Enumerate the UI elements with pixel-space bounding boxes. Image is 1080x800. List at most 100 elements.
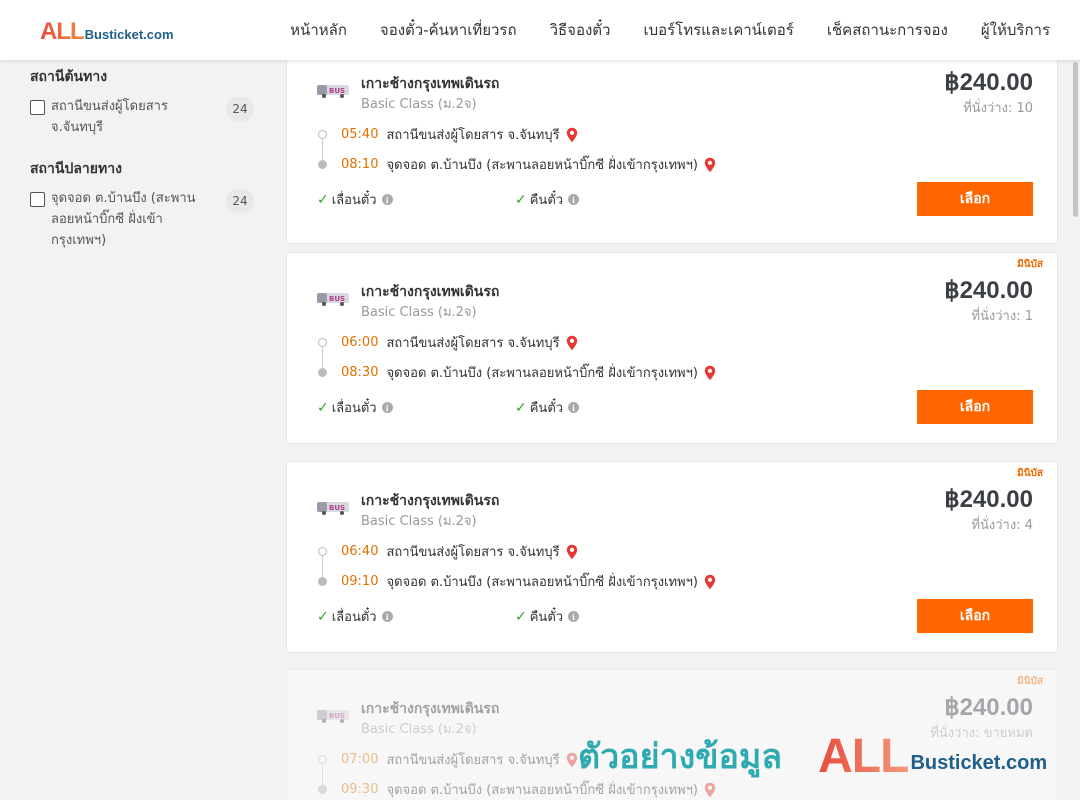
departure-time: 06:00 — [341, 335, 379, 350]
seats-available: ที่นั่งว่าง: 10 — [963, 101, 1033, 116]
refund-policy: ✓ คืนตั๋ว i — [515, 606, 580, 627]
arrival-stop: จุดจอด ต.บ้านบึง (สะพานลอยหน้าบิ๊กซี ฝั่… — [386, 366, 698, 381]
map-pin-icon[interactable] — [566, 544, 578, 560]
timeline-end-dot — [318, 785, 327, 794]
svg-text:BUS: BUS — [329, 87, 345, 95]
watermark-brand-all: ALL — [818, 729, 909, 783]
map-pin-icon[interactable] — [566, 335, 578, 351]
arrival-row: 09:10 จุดจอด ต.บ้านบึง (สะพานลอยหน้าบิ๊ก… — [341, 571, 716, 592]
map-pin-icon[interactable] — [566, 127, 578, 143]
map-pin-icon[interactable] — [704, 574, 716, 590]
logo-all-text: ALL — [40, 18, 85, 45]
trip-card: BUS เกาะช้างกรุงเทพเดินรถ Basic Class (ม… — [286, 52, 1058, 244]
info-icon[interactable]: i — [381, 402, 393, 413]
timeline-end-dot — [318, 368, 327, 377]
select-trip-button[interactable]: เลือก — [917, 182, 1033, 216]
info-icon[interactable]: i — [568, 611, 580, 622]
info-icon[interactable]: i — [568, 194, 580, 205]
origin-filter: สถานีต้นทาง สถานีขนส่งผู้โดยสาร จ.จันทบุ… — [30, 66, 260, 138]
sample-data-watermark: ตัวอย่างข้อมูล ALL Busticket.com — [578, 726, 1047, 786]
departure-row: 07:00 สถานีขนส่งผู้โดยสาร จ.จันทบุรี — [341, 749, 578, 770]
select-trip-button[interactable]: เลือก — [917, 599, 1033, 633]
ticket-price: ฿240.00 — [944, 69, 1033, 96]
svg-text:BUS: BUS — [329, 504, 345, 512]
arrival-stop: จุดจอด ต.บ้านบึง (สะพานลอยหน้าบิ๊กซี ฝั่… — [386, 575, 698, 590]
reschedule-policy: ✓ เลื่อนตั๋ว i — [317, 606, 393, 627]
reschedule-label: เลื่อนตั๋ว — [331, 193, 377, 208]
arrival-time: 09:30 — [341, 782, 379, 797]
bus-operator-logo-icon: BUS — [317, 85, 349, 98]
map-pin-icon[interactable] — [704, 365, 716, 381]
ticket-price: ฿240.00 — [944, 694, 1033, 721]
nav-phone-counter[interactable]: เบอร์โทรและเคาน์เตอร์ — [643, 18, 793, 42]
ticket-price: ฿240.00 — [944, 277, 1033, 304]
departure-stop: สถานีขนส่งผู้โดยสาร จ.จันทบุรี — [386, 128, 560, 143]
site-logo[interactable]: ALL Busticket.com — [40, 18, 174, 46]
refund-label: คืนตั๋ว — [529, 193, 564, 208]
bus-class: Basic Class (ม.2จ) — [361, 305, 477, 320]
reschedule-policy: ✓ เลื่อนตั๋ว i — [317, 189, 393, 210]
timeline-end-dot — [318, 160, 327, 169]
timeline-start-dot — [318, 755, 327, 764]
timeline-start-dot — [318, 130, 327, 139]
nav-how-to-book[interactable]: วิธีจองตั๋ว — [550, 18, 611, 42]
route-name: เกาะช้างกรุงเทพเดินรถ — [361, 493, 500, 509]
scrollbar-thumb[interactable] — [1073, 62, 1078, 217]
check-icon: ✓ — [317, 191, 329, 208]
info-icon[interactable]: i — [568, 402, 580, 413]
arrival-stop: จุดจอด ต.บ้านบึง (สะพานลอยหน้าบิ๊กซี ฝั่… — [386, 158, 698, 173]
refund-policy: ✓ คืนตั๋ว i — [515, 397, 580, 418]
logo-busticket-text: Busticket.com — [84, 27, 174, 42]
origin-checkbox[interactable] — [30, 100, 45, 115]
seats-available: ที่นั่งว่าง: 4 — [971, 518, 1033, 533]
info-icon[interactable]: i — [381, 611, 393, 622]
map-pin-icon[interactable] — [566, 752, 578, 768]
filter-sidebar: สถานีต้นทาง สถานีขนส่งผู้โดยสาร จ.จันทบุ… — [30, 60, 260, 271]
check-icon: ✓ — [515, 191, 527, 208]
svg-text:BUS: BUS — [329, 295, 345, 303]
nav-home[interactable]: หน้าหลัก — [290, 18, 347, 42]
departure-row: 06:00 สถานีขนส่งผู้โดยสาร จ.จันทบุรี — [341, 332, 578, 353]
watermark-brand-rest: Busticket.com — [910, 751, 1048, 774]
bus-class: Basic Class (ม.2จ) — [361, 514, 477, 529]
select-trip-button[interactable]: เลือก — [917, 390, 1033, 424]
check-icon: ✓ — [317, 608, 329, 625]
trip-card: มินิบัส BUS เกาะช้างกรุงเทพเดินรถ Basic … — [286, 252, 1058, 444]
origin-filter-title: สถานีต้นทาง — [30, 69, 108, 85]
site-header: ALL Busticket.com หน้าหลัก จองตั๋ว-ค้นหา… — [0, 0, 1080, 60]
refund-policy: ✓ คืนตั๋ว i — [515, 189, 580, 210]
origin-option-label: สถานีขนส่งผู้โดยสาร จ.จันทบุรี — [51, 99, 168, 135]
departure-row: 06:40 สถานีขนส่งผู้โดยสาร จ.จันทบุรี — [341, 541, 578, 562]
departure-time: 05:40 — [341, 127, 379, 142]
map-pin-icon[interactable] — [704, 157, 716, 173]
minibus-tag: มินิบัส — [1017, 468, 1043, 479]
svg-text:BUS: BUS — [329, 712, 345, 720]
destination-filter: สถานีปลายทาง จุดจอด ต.บ้านบึง (สะพานลอยห… — [30, 158, 260, 251]
departure-stop: สถานีขนส่งผู้โดยสาร จ.จันทบุรี — [386, 545, 560, 560]
refund-label: คืนตั๋ว — [529, 610, 564, 625]
origin-option[interactable]: สถานีขนส่งผู้โดยสาร จ.จันทบุรี 24 — [30, 97, 260, 138]
info-icon[interactable]: i — [381, 194, 393, 205]
departure-time: 06:40 — [341, 544, 379, 559]
destination-option-label: จุดจอด ต.บ้านบึง (สะพานลอยหน้าบิ๊กซี ฝั่… — [51, 191, 196, 248]
reschedule-label: เลื่อนตั๋ว — [331, 401, 377, 416]
reschedule-label: เลื่อนตั๋ว — [331, 610, 377, 625]
watermark-sample-text: ตัวอย่างข้อมูล — [578, 737, 783, 777]
nav-operators[interactable]: ผู้ให้บริการ — [981, 18, 1050, 42]
origin-count-badge: 24 — [226, 97, 254, 121]
main-nav: หน้าหลัก จองตั๋ว-ค้นหาเที่ยวรถ วิธีจองตั… — [290, 0, 1050, 60]
arrival-row: 08:30 จุดจอด ต.บ้านบึง (สะพานลอยหน้าบิ๊ก… — [341, 362, 716, 383]
timeline-start-dot — [318, 547, 327, 556]
minibus-tag: มินิบัส — [1017, 259, 1043, 270]
trip-card: มินิบัส BUS เกาะช้างกรุงเทพเดินรถ Basic … — [286, 461, 1058, 653]
destination-checkbox[interactable] — [30, 192, 45, 207]
departure-stop: สถานีขนส่งผู้โดยสาร จ.จันทบุรี — [386, 336, 560, 351]
nav-check-booking[interactable]: เช็คสถานะการจอง — [827, 18, 948, 42]
timeline-start-dot — [318, 338, 327, 347]
route-name: เกาะช้างกรุงเทพเดินรถ — [361, 701, 500, 717]
destination-filter-title: สถานีปลายทาง — [30, 161, 122, 177]
arrival-time: 08:30 — [341, 365, 379, 380]
departure-time: 07:00 — [341, 752, 379, 767]
nav-book-search[interactable]: จองตั๋ว-ค้นหาเที่ยวรถ — [380, 18, 517, 42]
destination-option[interactable]: จุดจอด ต.บ้านบึง (สะพานลอยหน้าบิ๊กซี ฝั่… — [30, 189, 260, 251]
